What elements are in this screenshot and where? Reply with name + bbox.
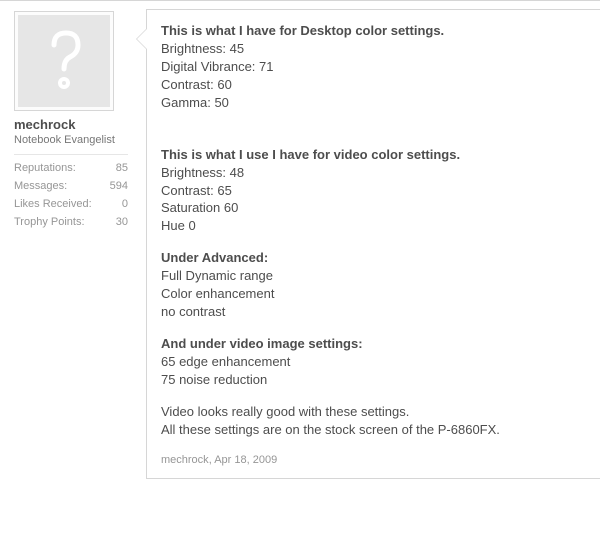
avatar-frame[interactable] [14,11,114,111]
stat-label: Trophy Points: [14,213,85,231]
stat-label: Messages: [14,177,67,195]
setting-line: Contrast: 65 [161,183,232,198]
closing-remarks: Video looks really good with these setti… [161,403,586,439]
forum-post-container: mechrock Notebook Evangelist Reputations… [0,0,600,542]
setting-line: Gamma: 50 [161,95,229,110]
setting-line: Color enhancement [161,286,274,301]
post: mechrock Notebook Evangelist Reputations… [0,1,600,487]
advanced-section: Under Advanced: Full Dynamic range Color… [161,249,586,321]
video-image-section: And under video image settings: 65 edge … [161,335,586,389]
stat-messages: Messages: 594 [14,177,128,195]
setting-line: Brightness: 45 [161,41,244,56]
setting-line: Brightness: 48 [161,165,244,180]
stat-label: Likes Received: [14,195,92,213]
sig-date-link[interactable]: Apr 18, 2009 [214,454,277,466]
user-title: Notebook Evangelist [14,134,128,146]
message-body: This is what I have for Desktop color se… [161,22,586,468]
section-heading: Under Advanced: [161,250,268,265]
setting-line: 65 edge enhancement [161,354,290,369]
sig-username-link[interactable]: mechrock [161,454,209,466]
setting-line: Full Dynamic range [161,268,273,283]
speech-arrow-icon [136,28,147,50]
username-link[interactable]: mechrock [14,117,128,132]
question-mark-icon [40,25,88,97]
avatar-placeholder [18,15,110,107]
video-settings-section: This is what I use I have for video colo… [161,146,586,236]
stat-reputations: Reputations: 85 [14,159,128,177]
user-stats: Reputations: 85 Messages: 594 Likes Rece… [14,154,128,231]
stat-likes: Likes Received: 0 [14,195,128,213]
setting-line: Saturation 60 [161,200,238,215]
stat-trophy: Trophy Points: 30 [14,213,128,231]
stat-value: 30 [116,213,128,231]
section-heading: This is what I use I have for video colo… [161,147,460,162]
closing-line: Video looks really good with these setti… [161,404,409,419]
setting-line: Contrast: 60 [161,77,232,92]
stat-value: 0 [122,195,128,213]
closing-line: All these settings are on the stock scre… [161,422,500,437]
stat-value: 85 [116,159,128,177]
stat-value: 594 [110,177,128,195]
setting-line: 75 noise reduction [161,372,267,387]
setting-line: Digital Vibrance: 71 [161,59,274,74]
section-heading: And under video image settings: [161,336,363,351]
desktop-settings-section: This is what I have for Desktop color se… [161,22,586,112]
setting-line: no contrast [161,304,225,319]
message-column: This is what I have for Desktop color se… [146,9,600,479]
user-column: mechrock Notebook Evangelist Reputations… [0,1,138,487]
setting-line: Hue 0 [161,218,196,233]
stat-label: Reputations: [14,159,76,177]
post-signature: mechrock, Apr 18, 2009 [161,453,586,468]
section-heading: This is what I have for Desktop color se… [161,23,444,38]
